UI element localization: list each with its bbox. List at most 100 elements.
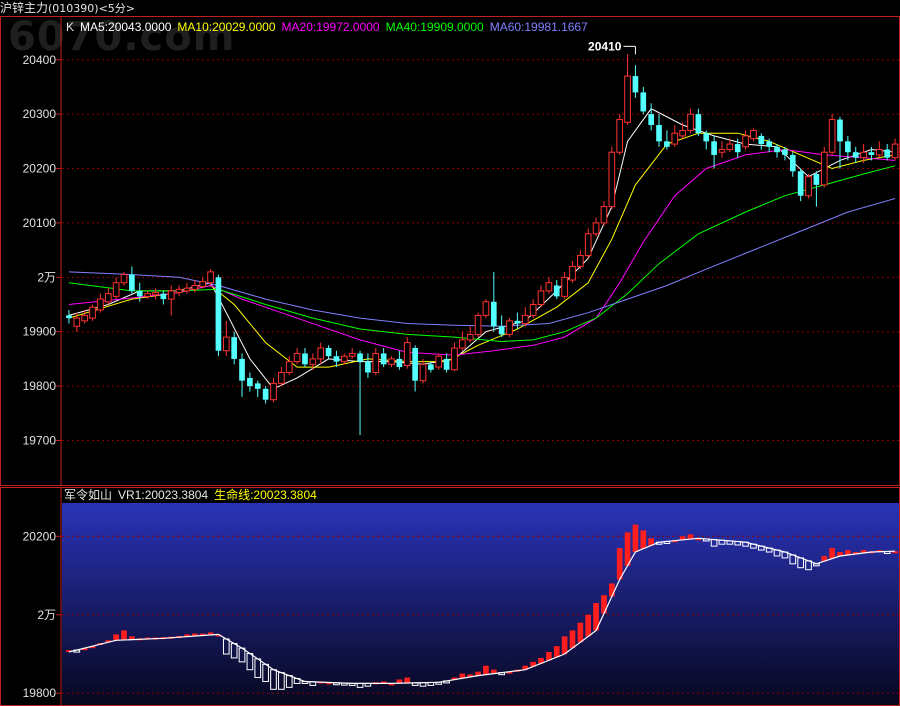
candle (435, 353, 443, 370)
candle (357, 350, 363, 436)
candle-body-down (789, 154, 796, 172)
candle-body-up (742, 135, 749, 148)
candle (521, 307, 529, 327)
candle-body-up (679, 129, 686, 137)
candle-body-down (734, 144, 741, 153)
candle (380, 348, 387, 368)
candle-body-up (820, 151, 828, 186)
candle (152, 288, 159, 300)
candle (875, 141, 883, 158)
indicator-bar-up (121, 630, 127, 640)
indicator-panel[interactable]: 19800 2万 20200 军令如山 VR1:20023.3804 生命线:20023.… (0, 487, 900, 706)
candle-body-down (837, 119, 843, 142)
candle-body-up (608, 151, 616, 208)
candle-body-up (474, 314, 482, 335)
legend-life: 生命线:20023.3804 (214, 487, 317, 502)
y-tick-label: 19800 (23, 686, 57, 700)
indicator-bar-up (553, 646, 560, 658)
legend-ma20: MA20:19972.0000 (282, 20, 380, 34)
candle-body-up (144, 293, 151, 297)
indicator-bar-up (624, 532, 631, 566)
candle (624, 54, 631, 126)
candle (687, 108, 694, 134)
ma-line-ma40 (68, 165, 896, 343)
candle (695, 108, 702, 136)
candle-body-up (616, 119, 624, 153)
candle-body-down (412, 348, 418, 381)
candle (640, 86, 647, 115)
candle-body-up (584, 233, 592, 257)
candle (711, 135, 717, 169)
indicator-bar-up (616, 548, 623, 580)
candle-body-up (545, 282, 553, 292)
candle-body-down (711, 141, 717, 155)
indicator-bar-up (601, 595, 607, 614)
indicator-chart: 19800 2万 20200 军令如山 VR1:20023.3804 生命线:20023.… (0, 487, 900, 706)
candle-body-down (845, 141, 851, 153)
candle (592, 217, 600, 237)
legend-ma40: MA40:19909.0000 (386, 20, 484, 34)
y-tick-label: 20200 (23, 162, 57, 176)
candle (340, 353, 348, 365)
candle-body-up (750, 129, 757, 140)
candle (529, 299, 537, 319)
candle-body-up (451, 347, 458, 371)
indicator-bar-up (829, 548, 835, 559)
candle-body-up (529, 304, 537, 316)
candle (104, 288, 112, 305)
candle-body-up (860, 151, 867, 159)
candle-body-up (592, 222, 600, 235)
candle-body-down (782, 149, 788, 155)
legend-vr1: VR1:20023.3804 (118, 488, 208, 502)
candle (396, 350, 403, 370)
candle-body-down (553, 285, 560, 297)
candle (561, 271, 568, 300)
candle-body-down (648, 114, 654, 126)
candle (270, 377, 277, 403)
candle (820, 146, 828, 188)
candle-body-down (325, 348, 332, 357)
candle-body-up (285, 361, 293, 373)
y-tick-label: 20100 (23, 216, 57, 230)
candle (750, 127, 757, 142)
candle (97, 293, 104, 313)
candle (247, 372, 253, 392)
candle (466, 326, 474, 343)
candle-body-up (726, 143, 734, 150)
candle-body-up (419, 363, 427, 382)
candle (632, 65, 639, 98)
candle (852, 146, 859, 164)
candle (537, 285, 545, 308)
y-tick-label: 2万 (37, 608, 56, 622)
indicator-bar-up (640, 530, 647, 549)
candle-body-down (868, 152, 875, 155)
y-tick-label: 2万 (37, 270, 56, 284)
indicator-bar-up (113, 634, 119, 641)
candle-body-down (664, 141, 670, 147)
candle-body-down (490, 301, 497, 327)
candle (828, 114, 836, 155)
legend-name: 军令如山 (64, 487, 112, 502)
candle-body-down (428, 364, 434, 370)
candle-body-down (656, 125, 662, 142)
candle (569, 261, 576, 283)
candle-body-up (340, 355, 348, 363)
candle (884, 144, 891, 161)
candle (207, 269, 214, 286)
candle-body-down (396, 358, 403, 368)
candle-body-up (167, 290, 175, 300)
candle-body-up (875, 149, 883, 156)
candle-body-down (632, 76, 639, 93)
candlestick-panel[interactable]: 19700 19800 19900 2万 20100 20200 20300 20400 K MA… (0, 16, 900, 486)
candle-body-up (199, 281, 207, 288)
candle (254, 380, 261, 397)
indicator-bar-up (632, 524, 639, 553)
candle-body-down (514, 320, 521, 324)
candle (498, 315, 505, 338)
candle (372, 348, 380, 376)
candle (545, 277, 553, 294)
candle-body-down (247, 377, 253, 387)
candle (600, 201, 608, 226)
candle (419, 358, 427, 384)
candle-body-down (813, 173, 820, 185)
